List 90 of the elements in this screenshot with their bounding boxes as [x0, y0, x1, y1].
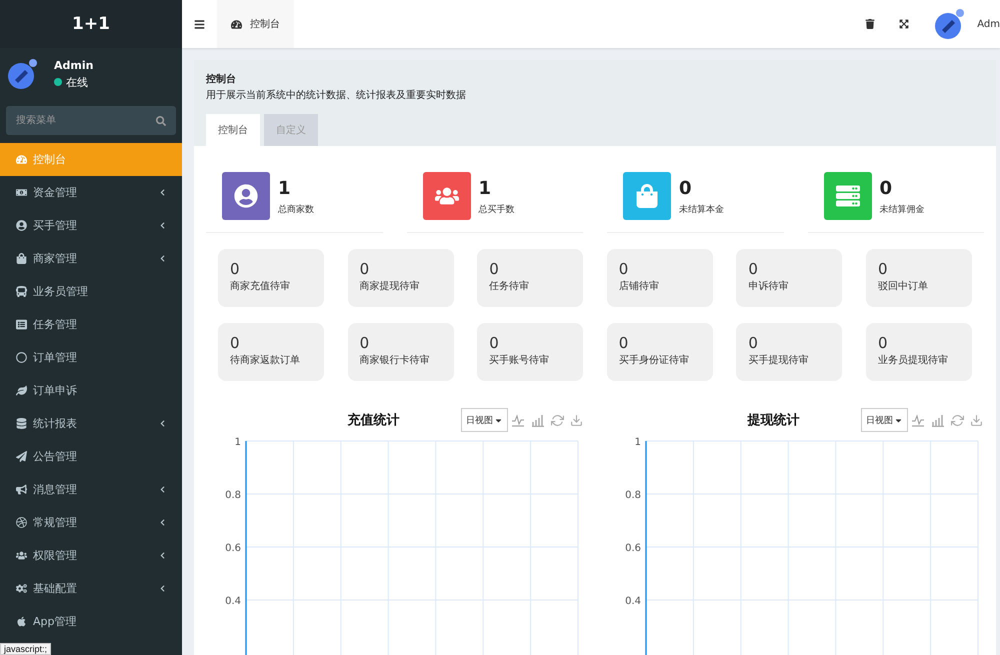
chart-title: 充值统计 [346, 412, 400, 429]
counter-label: 商家充值待审 [230, 280, 291, 293]
nav-item[interactable]: 消息管理 [0, 473, 182, 506]
nav-item[interactable]: 商家管理 [0, 242, 182, 275]
dashboard-icon [16, 154, 27, 165]
paper-plane-icon [16, 451, 27, 462]
nav-item[interactable]: 业务员管理 [0, 275, 182, 308]
search-input[interactable]: 搜索菜单 [16, 115, 136, 126]
leaf-icon [16, 385, 27, 396]
counter-label: 任务待审 [489, 280, 530, 293]
nav-item[interactable]: 权限管理 [0, 539, 182, 572]
counter-value: 0 [230, 335, 241, 351]
nav-item[interactable]: App管理 [0, 605, 182, 638]
stat-label: 未结算本金 [679, 204, 724, 216]
counter-value: 0 [878, 335, 889, 351]
page-tab[interactable]: 控制台 [217, 0, 294, 48]
tick-label: 0.8 [225, 490, 241, 501]
search-field[interactable]: 搜索菜单 [6, 106, 176, 135]
counter-value: 0 [489, 335, 500, 351]
status-dot [54, 78, 62, 86]
dashboard-icon [231, 18, 242, 30]
tick-label: 1 [234, 437, 241, 448]
trash-icon [865, 19, 876, 29]
counter-label: 店铺待审 [618, 280, 660, 293]
menu-icon [194, 18, 205, 30]
users-icon [16, 550, 27, 561]
expand-icon [899, 19, 910, 29]
nav-item[interactable]: 基础配置 [0, 572, 182, 605]
bus-icon [16, 286, 27, 297]
counter-value: 0 [230, 261, 241, 277]
apple-icon [16, 616, 27, 627]
stat-label: 未结算佣金 [880, 204, 924, 216]
gears-icon [16, 583, 27, 594]
user-name: Admin [54, 58, 94, 72]
tick-label: 0.4 [225, 596, 241, 607]
nav-item[interactable]: 订单申诉 [0, 374, 182, 407]
nav-item[interactable]: 统计报表 [0, 407, 182, 440]
list-icon [16, 319, 27, 330]
view-select[interactable]: 日视图 [861, 408, 908, 432]
counter-label: 买手提现待审 [748, 354, 810, 367]
tab[interactable]: 控制台 [206, 114, 260, 146]
counter-value: 0 [360, 335, 370, 351]
refresh-icon[interactable] [948, 414, 967, 426]
stat-label: 总买手数 [478, 204, 514, 216]
tick-label: 0.6 [625, 543, 641, 554]
bag-icon [16, 253, 27, 264]
user-menu[interactable]: Adm [921, 0, 1000, 48]
user-icon [16, 220, 27, 231]
refresh-icon[interactable] [548, 414, 567, 426]
stat-value: 1 [478, 178, 492, 199]
stat-value: 1 [278, 178, 292, 199]
tick-label: 0.4 [625, 596, 641, 607]
counter-label: 商家银行卡待审 [360, 354, 431, 367]
search-icon [156, 116, 166, 126]
database-icon [16, 418, 27, 429]
counter-label: 待商家返款订单 [230, 354, 301, 367]
nav-item[interactable]: 任务管理 [0, 308, 182, 341]
counter-label: 驳回中订单 [878, 280, 929, 293]
counter-label: 申诉待审 [748, 280, 790, 293]
counter-value: 0 [360, 261, 370, 277]
nav-item[interactable]: 资金管理 [0, 176, 182, 209]
stat-label: 总商家数 [278, 204, 314, 216]
stat-value: 0 [679, 178, 693, 199]
nav-item[interactable]: 公告管理 [0, 440, 182, 473]
counter-value: 0 [748, 335, 759, 351]
nav-item[interactable]: 买手管理 [0, 209, 182, 242]
nav-item[interactable]: 订单管理 [0, 341, 182, 374]
megaphone-icon [16, 484, 27, 495]
panel-title: 控制台 [206, 72, 237, 86]
status-text: 在线 [66, 74, 88, 90]
view-select[interactable]: 日视图 [461, 408, 508, 432]
chart-title: 提现统计 [746, 412, 800, 429]
panel-description: 用于展示当前系统中的统计数据、统计报表及重要实时数据 [206, 88, 467, 102]
stat-value: 0 [880, 178, 894, 199]
counter-label: 买手身份证待审 [618, 354, 690, 367]
tick-label: 0.6 [225, 543, 241, 554]
money-icon [16, 187, 27, 198]
counter-value: 0 [748, 261, 759, 277]
counter-value: 0 [878, 261, 889, 277]
tick-label: 0.8 [625, 490, 641, 501]
nav-item[interactable]: 常规管理 [0, 506, 182, 539]
counter-value: 0 [489, 261, 500, 277]
browser-status-text: javascript:; [0, 643, 52, 655]
counter-label: 业务员提现待审 [878, 354, 949, 367]
counter-label: 买手账号待审 [489, 354, 550, 367]
counter-value: 0 [618, 261, 630, 277]
counter-label: 商家提现待审 [360, 280, 421, 293]
brand-title: 1+1 [0, 0, 182, 48]
counter-value: 0 [618, 335, 630, 351]
tick-label: 1 [634, 437, 641, 448]
